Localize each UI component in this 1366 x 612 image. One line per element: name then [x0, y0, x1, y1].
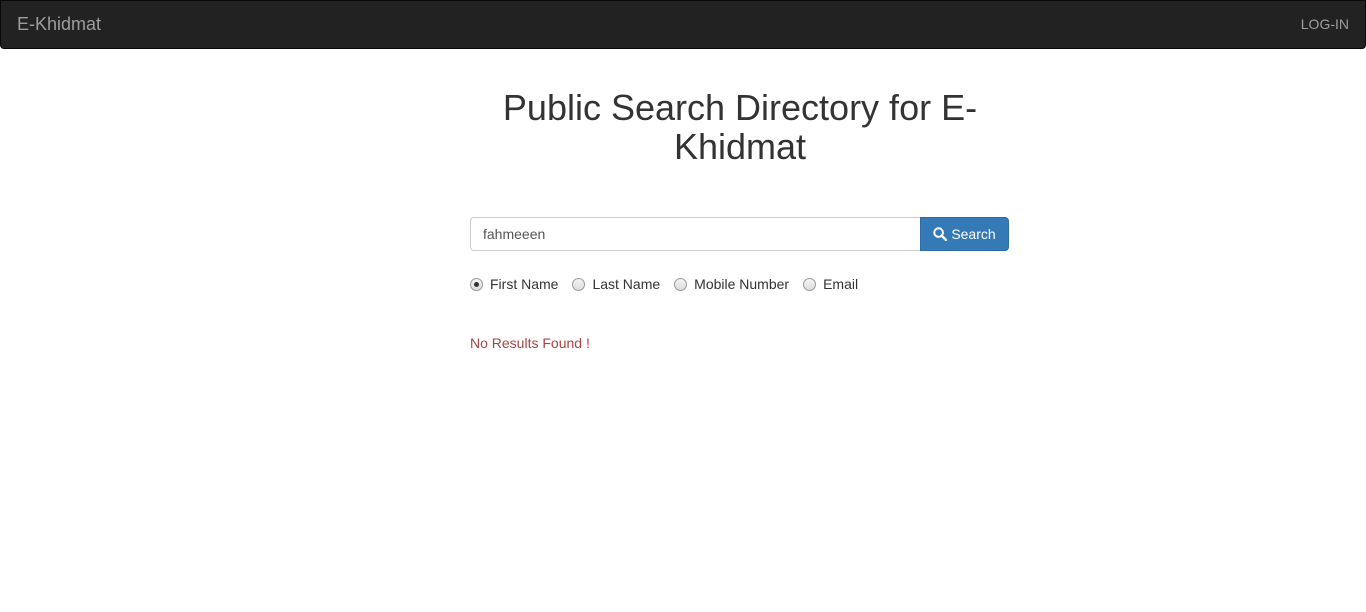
radio-button[interactable] — [572, 277, 586, 291]
search-icon — [933, 227, 948, 241]
radio-button[interactable] — [470, 277, 483, 291]
radio-label-mobile-number: Mobile Number — [694, 276, 790, 292]
search-by-options: First Name Last Name Mobile Number Email — [470, 275, 872, 293]
search-button-label: Search — [951, 226, 996, 242]
radio-label-last-name: Last Name — [592, 276, 661, 292]
page-title: Public Search Directory for E-Khidmat — [502, 87, 978, 167]
radio-first-name[interactable]: First Name — [470, 276, 558, 292]
radio-button[interactable] — [803, 277, 817, 291]
search-button[interactable]: Search — [920, 217, 1009, 251]
login-link[interactable]: LOG-IN — [1301, 16, 1349, 32]
search-group: Search — [470, 217, 1009, 251]
radio-label-first-name: First Name — [490, 276, 559, 292]
radio-button[interactable] — [674, 277, 688, 291]
brand-link[interactable]: E-Khidmat — [17, 14, 101, 34]
radio-mobile-number[interactable]: Mobile Number — [674, 276, 789, 292]
top-navbar: E-Khidmat LOG-IN — [0, 0, 1366, 49]
no-results-message: No Results Found ! — [470, 335, 590, 351]
radio-last-name[interactable]: Last Name — [572, 276, 660, 292]
search-input[interactable] — [470, 217, 921, 251]
radio-email[interactable]: Email — [803, 276, 858, 292]
radio-label-email: Email — [823, 276, 859, 292]
